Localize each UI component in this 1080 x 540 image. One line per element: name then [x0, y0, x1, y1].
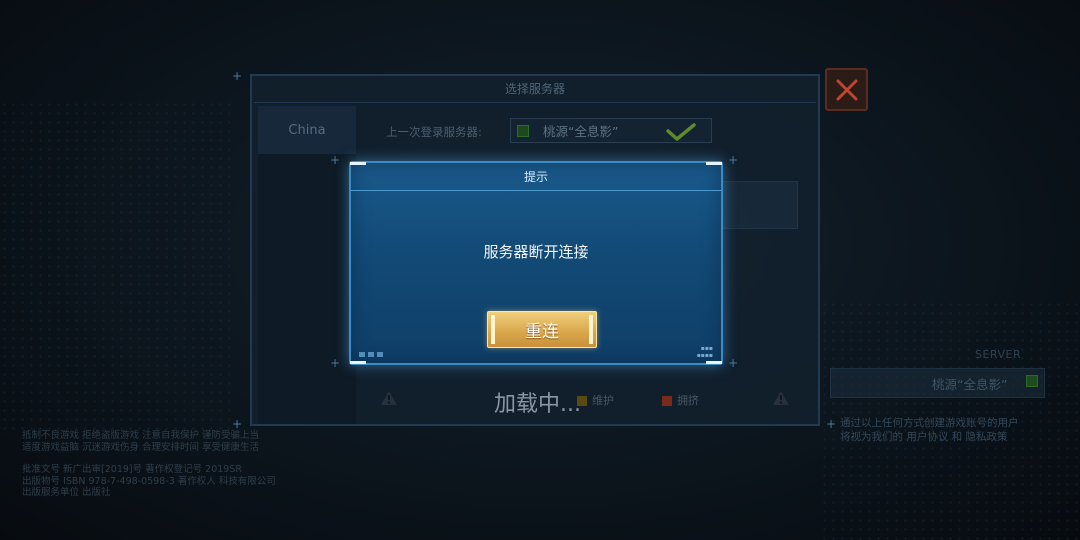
- server-status-indicator: [1026, 375, 1038, 387]
- disconnect-dialog: 提示 服务器断开连接 重连 ▪▪▪ ▪▪▪▪: [349, 161, 723, 365]
- health-game-advisory: 抵制不良游戏 拒绝盗版游戏 注意自我保护 谨防受骗上当 适度游戏益脑 沉迷游戏伤身…: [22, 430, 260, 453]
- warning-icon: [381, 391, 397, 405]
- corner-marker: +: [330, 153, 341, 167]
- panel-title: 选择服务器: [504, 82, 565, 96]
- tab-region-label: China: [288, 122, 326, 138]
- server-card[interactable]: [720, 181, 798, 229]
- tab-region-china[interactable]: China: [258, 106, 356, 154]
- close-button[interactable]: [825, 68, 868, 111]
- region-list: [258, 154, 356, 424]
- dialog-corner: [350, 361, 366, 364]
- warning-icon: [773, 391, 789, 405]
- check-icon: [666, 123, 696, 141]
- busy-swatch: [662, 396, 672, 406]
- dialog-corner: [706, 162, 722, 165]
- dialog-header: 提示: [351, 163, 721, 191]
- dialog-decoration: ▪▪▪ ▪▪▪▪: [696, 345, 713, 359]
- background-dot-pattern: [0, 100, 230, 430]
- loading-text: 加载中...: [494, 392, 581, 417]
- dialog-corner: [350, 162, 366, 165]
- legend-maintenance-label: 维护: [592, 394, 614, 407]
- agreement-notice: 通过以上任何方式创建游戏账号的用户 将视为我们的 用户协议 和 隐私政策: [840, 416, 1019, 444]
- corner-marker: +: [232, 69, 243, 83]
- last-server-name: 桃源“全息影”: [543, 124, 619, 139]
- server-status-indicator: [517, 124, 529, 137]
- dialog-title: 提示: [523, 170, 548, 184]
- reconnect-button-label: 重连: [525, 322, 559, 342]
- dialog-decoration: [359, 352, 385, 357]
- reconnect-button[interactable]: 重连: [487, 311, 597, 348]
- agreement-notice-line2[interactable]: 将视为我们的 用户协议 和 隐私政策: [840, 430, 1019, 444]
- legend-busy: 拥挤: [662, 392, 699, 408]
- close-icon: [836, 79, 857, 100]
- divider: [254, 102, 816, 103]
- legend-busy-label: 拥挤: [677, 394, 699, 407]
- corner-marker: +: [728, 153, 739, 167]
- legend-maintenance: 维护: [577, 392, 614, 408]
- current-server-name: 桃源“全息影”: [932, 377, 1008, 392]
- corner-marker: +: [330, 356, 341, 370]
- agreement-notice-line1: 通过以上任何方式创建游戏账号的用户: [840, 417, 1019, 429]
- dialog-corner: [706, 361, 722, 364]
- last-server-label: 上一次登录服务器:: [386, 125, 482, 139]
- corner-marker: +: [728, 356, 739, 370]
- server-tag: SERVER: [975, 348, 1022, 361]
- publishing-info: 批准文号 新广出审[2019]号 著作权登记号 2019SR 出版物号 ISBN …: [22, 464, 276, 498]
- corner-marker: +: [232, 417, 243, 431]
- last-server-entry[interactable]: 桃源“全息影”: [510, 118, 712, 143]
- corner-marker: +: [826, 417, 837, 431]
- dialog-message: 服务器断开连接: [483, 243, 589, 261]
